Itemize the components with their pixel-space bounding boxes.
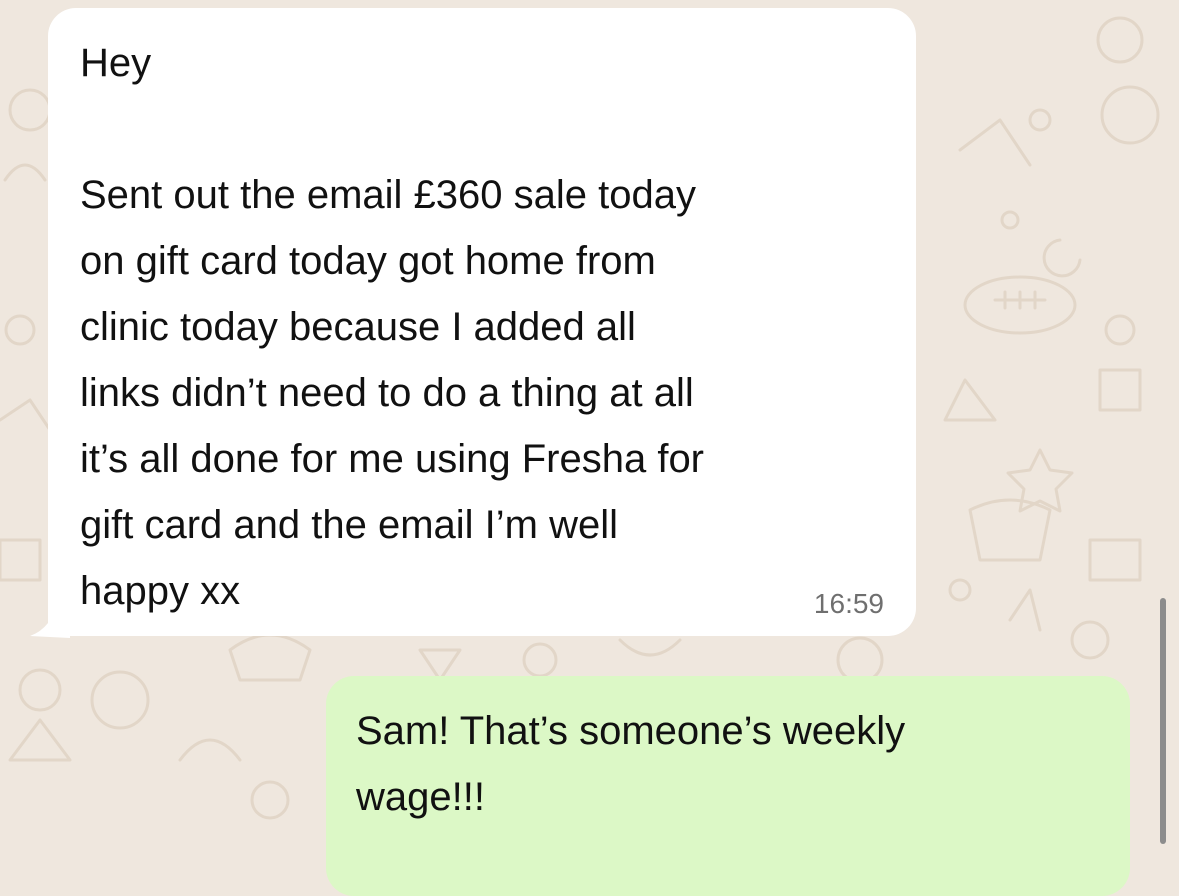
message-line: clinic today because I added all xyxy=(80,305,636,349)
message-timestamp: 16:59 xyxy=(813,588,884,619)
message-line: Hey xyxy=(80,41,152,85)
message-line: wage!!! xyxy=(356,775,485,819)
message-line: on gift card today got home from xyxy=(80,239,656,283)
message-line: gift card and the email I’m well xyxy=(80,503,619,547)
message-line: links didn’t need to do a thing at all xyxy=(80,371,694,415)
chat-scrollbar[interactable] xyxy=(1160,598,1166,844)
message-line: Sent out the email £360 sale today xyxy=(80,173,696,217)
message-line: Sam! That’s someone’s weekly xyxy=(356,709,906,753)
message-line: it’s all done for me using Fresha for xyxy=(80,437,705,481)
message-line: happy xx xyxy=(80,569,241,613)
outgoing-message-bubble[interactable]: Sam! That’s someone’s weekly wage!!! xyxy=(326,676,1130,896)
incoming-message-bubble[interactable]: Hey Sent out the email £360 sale today o… xyxy=(48,8,916,636)
